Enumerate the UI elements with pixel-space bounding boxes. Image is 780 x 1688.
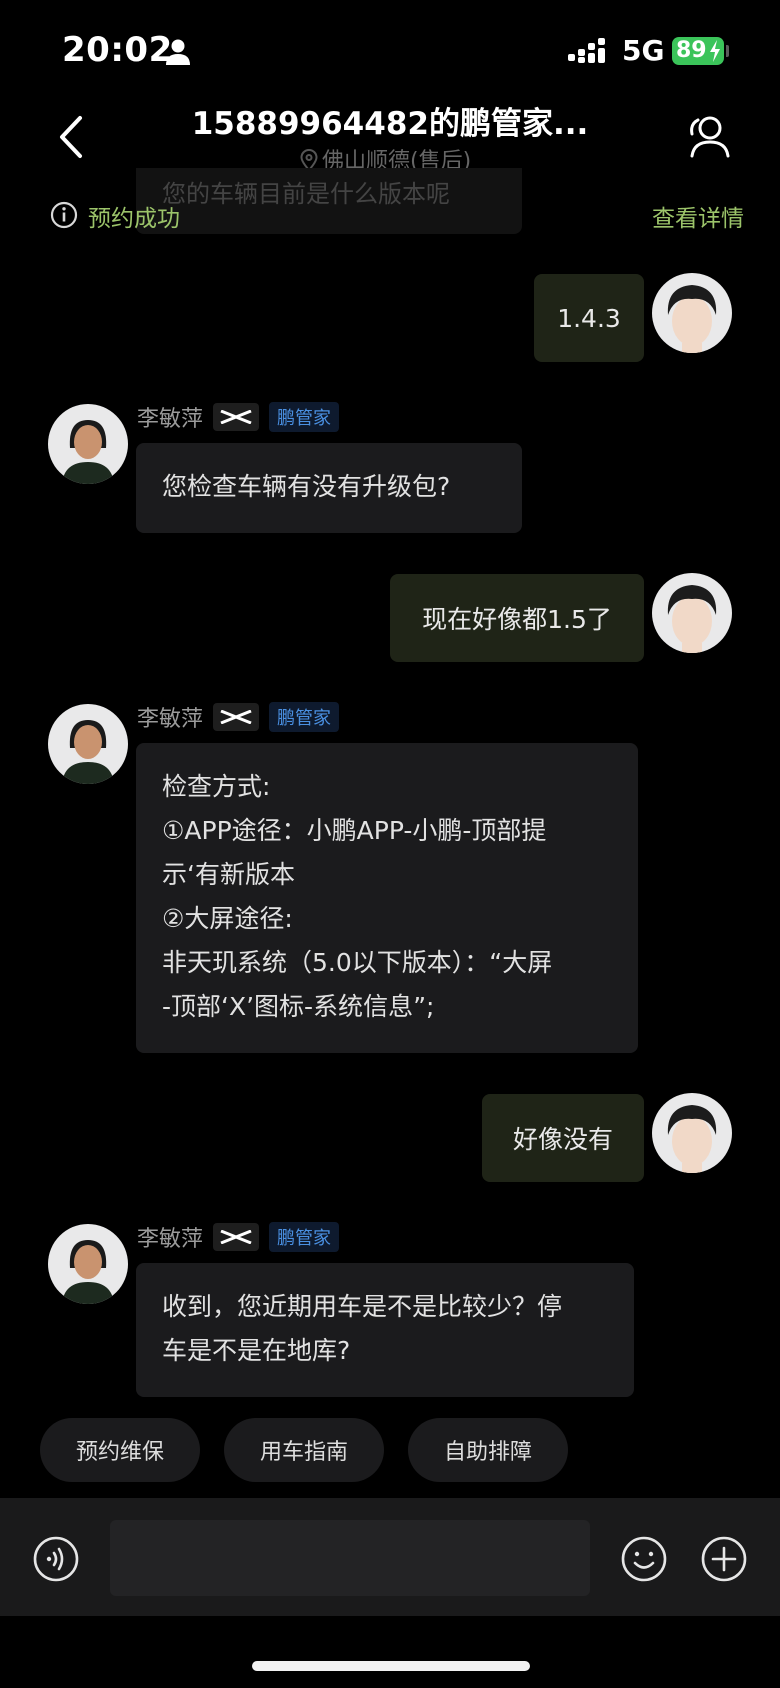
- sender-name: 李敏萍: [137, 707, 204, 732]
- agent-avatar[interactable]: [48, 704, 128, 784]
- person-icon: [166, 39, 190, 65]
- home-indicator[interactable]: [252, 1661, 530, 1671]
- xpeng-logo-icon: [213, 1223, 260, 1251]
- message-line: 示‘有新版本: [162, 860, 295, 889]
- message-line: -顶部‘X’图标-系统信息”;: [162, 992, 435, 1021]
- emoji-button[interactable]: [620, 1535, 668, 1583]
- xpeng-logo-icon: [213, 403, 260, 431]
- quick-action-maintenance[interactable]: 预约维保: [40, 1418, 200, 1482]
- message-text: 1.4.3: [557, 303, 621, 333]
- status-bar: 20:02 5G 89: [0, 0, 780, 100]
- message-line: 收到，您近期用车是不是比较少？停: [162, 1292, 563, 1321]
- sender-name: 李敏萍: [137, 1227, 204, 1252]
- role-badge: 鹏管家: [269, 1222, 340, 1252]
- sender-info: 李敏萍 鹏管家: [137, 402, 340, 432]
- battery-cap: [726, 45, 729, 57]
- user-avatar[interactable]: [652, 1093, 732, 1173]
- view-details-link[interactable]: 查看详情: [652, 199, 744, 233]
- role-badge: 鹏管家: [269, 402, 340, 432]
- message-text: 现在好像都1.5了: [422, 605, 612, 634]
- agent-avatar[interactable]: [48, 404, 128, 484]
- booking-success-text: 预约成功: [88, 206, 180, 232]
- user-message-bubble: 好像没有: [482, 1094, 644, 1182]
- message-line: 您检查车辆有没有升级包?: [162, 472, 451, 501]
- battery-indicator: 89: [672, 37, 724, 65]
- agent-message-bubble: 您检查车辆有没有升级包?: [136, 443, 522, 533]
- profile-button[interactable]: [686, 114, 730, 160]
- quick-action-troubleshoot[interactable]: 自助排障: [408, 1418, 568, 1482]
- charging-bolt-icon: [710, 40, 720, 62]
- network-type: 5G: [622, 34, 665, 67]
- user-avatar[interactable]: [652, 573, 732, 653]
- quick-action-guide[interactable]: 用车指南: [224, 1418, 384, 1482]
- sender-name: 李敏萍: [137, 407, 204, 432]
- user-message-bubble: 1.4.3: [534, 274, 644, 362]
- xpeng-logo-icon: [213, 703, 260, 731]
- agent-avatar[interactable]: [48, 1224, 128, 1304]
- message-line: ①APP途径：小鹏APP-小鹏-顶部提: [162, 816, 547, 845]
- page-title: 15889964482的鹏管家...: [191, 106, 589, 142]
- message-line: ②大屏途径:: [162, 904, 293, 933]
- role-badge: 鹏管家: [269, 702, 340, 732]
- voice-input-button[interactable]: [32, 1535, 80, 1583]
- user-avatar[interactable]: [652, 273, 732, 353]
- back-button[interactable]: [52, 112, 92, 162]
- message-line: 检查方式:: [162, 772, 271, 801]
- user-message-bubble: 现在好像都1.5了: [390, 574, 644, 662]
- message-line: 车是不是在地库?: [162, 1336, 351, 1365]
- info-icon: [50, 201, 78, 229]
- message-input[interactable]: [110, 1520, 590, 1596]
- status-time: 20:02: [62, 30, 173, 70]
- sender-info: 李敏萍 鹏管家: [137, 1222, 340, 1252]
- agent-message-bubble: 检查方式: ①APP途径：小鹏APP-小鹏-顶部提 示‘有新版本 ②大屏途径: …: [136, 743, 638, 1053]
- agent-message-bubble: 收到，您近期用车是不是比较少？停 车是不是在地库?: [136, 1263, 634, 1397]
- scrolled-message-text: 您的车辆目前是什么版本呢: [162, 180, 450, 208]
- sender-info: 李敏萍 鹏管家: [137, 702, 340, 732]
- battery-level: 89: [676, 38, 707, 63]
- message-line: 非天玑系统（5.0以下版本）：“大屏: [162, 948, 553, 977]
- message-text: 好像没有: [512, 1125, 613, 1154]
- signal-icon: [568, 38, 605, 63]
- plus-button[interactable]: [700, 1535, 748, 1583]
